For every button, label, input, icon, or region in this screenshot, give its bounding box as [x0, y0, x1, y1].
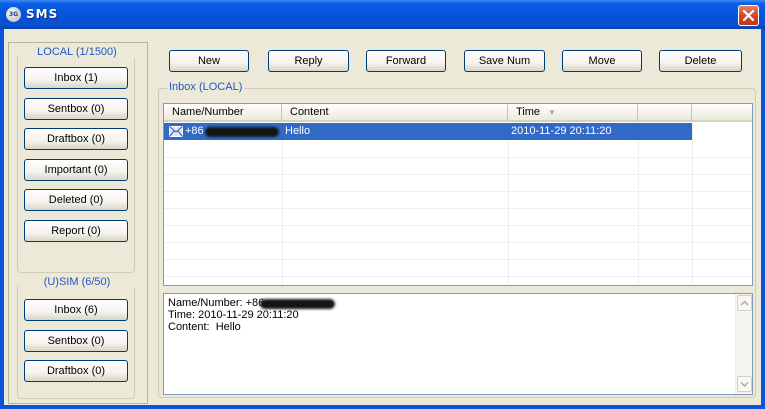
- grid-line: [164, 191, 752, 192]
- redaction-mark: [260, 299, 335, 309]
- grid-line: [164, 242, 752, 243]
- app-logo-icon: 3G: [6, 7, 21, 22]
- sim-heading: (U)SIM (6/50): [18, 276, 136, 288]
- save-num-button[interactable]: Save Num: [464, 50, 545, 72]
- local-inbox-button[interactable]: Inbox (1): [24, 67, 128, 89]
- redaction-mark: [205, 127, 279, 137]
- message-group-label: Inbox (LOCAL): [167, 81, 245, 93]
- scroll-up-button[interactable]: [737, 295, 752, 311]
- grid-line: [164, 157, 752, 158]
- grid-divider: [692, 122, 693, 285]
- chevron-up-icon: [740, 300, 749, 306]
- grid-divider: [508, 122, 509, 285]
- message-time: 2010-11-29 20:11:20: [511, 125, 612, 137]
- message-number: +86: [185, 125, 204, 137]
- sort-down-icon: ▼: [548, 108, 556, 117]
- local-report-button[interactable]: Report (0): [24, 220, 128, 242]
- sim-sentbox-button[interactable]: Sentbox (0): [24, 330, 128, 352]
- close-button[interactable]: [738, 5, 759, 26]
- list-header: Name/Number Content Time ▼: [164, 104, 752, 122]
- detail-content-line: Content: Hello: [168, 321, 241, 333]
- close-icon: [743, 10, 754, 21]
- sim-folder-group: (U)SIM (6/50) Inbox (6) Sentbox (0) Draf…: [17, 276, 136, 399]
- message-row[interactable]: +86 Hello 2010-11-29 20:11:20: [164, 123, 692, 140]
- move-button[interactable]: Move: [562, 50, 642, 72]
- folder-panel: LOCAL (1/1500) Inbox (1) Sentbox (0) Dra…: [8, 42, 148, 404]
- local-folder-group: LOCAL (1/1500) Inbox (1) Sentbox (0) Dra…: [17, 46, 136, 273]
- delete-button[interactable]: Delete: [659, 50, 742, 72]
- local-deleted-button[interactable]: Deleted (0): [24, 189, 128, 211]
- detail-time-line: Time: 2010-11-29 20:11:20: [168, 309, 299, 321]
- local-heading: LOCAL (1/1500): [18, 46, 136, 58]
- reply-button[interactable]: Reply: [268, 50, 349, 72]
- message-detail[interactable]: Name/Number: +86 Time: 2010-11-29 20:11:…: [163, 293, 753, 395]
- local-sentbox-button[interactable]: Sentbox (0): [24, 98, 128, 120]
- title-bar[interactable]: 3G SMS: [0, 0, 765, 29]
- sim-draftbox-button[interactable]: Draftbox (0): [24, 360, 128, 382]
- grid-line: [164, 276, 752, 277]
- window-title: SMS: [26, 7, 59, 21]
- local-important-button[interactable]: Important (0): [24, 159, 128, 181]
- column-header-time[interactable]: Time ▼: [508, 104, 638, 120]
- detail-scrollbar[interactable]: [735, 294, 752, 394]
- client-area: LOCAL (1/1500) Inbox (1) Sentbox (0) Dra…: [4, 29, 761, 405]
- grid-line: [164, 208, 752, 209]
- grid-line: [164, 174, 752, 175]
- message-content: Hello: [285, 125, 311, 137]
- chevron-down-icon: [740, 381, 749, 388]
- grid-line: [164, 259, 752, 260]
- sms-window: 3G SMS LOCAL (1/1500) Inbox (1) Sentbox …: [0, 0, 765, 409]
- new-button[interactable]: New: [169, 50, 249, 72]
- column-header-name-label: Name/Number: [172, 106, 244, 118]
- message-list[interactable]: Name/Number Content Time ▼ +86 Hello 201…: [163, 103, 753, 286]
- column-header-extra[interactable]: [638, 104, 692, 120]
- forward-button[interactable]: Forward: [366, 50, 446, 72]
- detail-name-line: Name/Number: +86: [168, 297, 265, 309]
- grid-divider: [282, 122, 283, 285]
- local-draftbox-button[interactable]: Draftbox (0): [24, 128, 128, 150]
- sim-inbox-button[interactable]: Inbox (6): [24, 299, 128, 321]
- column-header-content[interactable]: Content: [282, 104, 508, 120]
- grid-line: [164, 225, 752, 226]
- grid-divider: [638, 122, 639, 285]
- scroll-down-button[interactable]: [737, 376, 752, 392]
- column-header-time-label: Time: [516, 106, 541, 118]
- column-header-content-label: Content: [290, 106, 329, 118]
- column-header-name[interactable]: Name/Number: [164, 104, 282, 120]
- logo-text: 3G: [8, 11, 19, 18]
- envelope-icon: [169, 126, 183, 137]
